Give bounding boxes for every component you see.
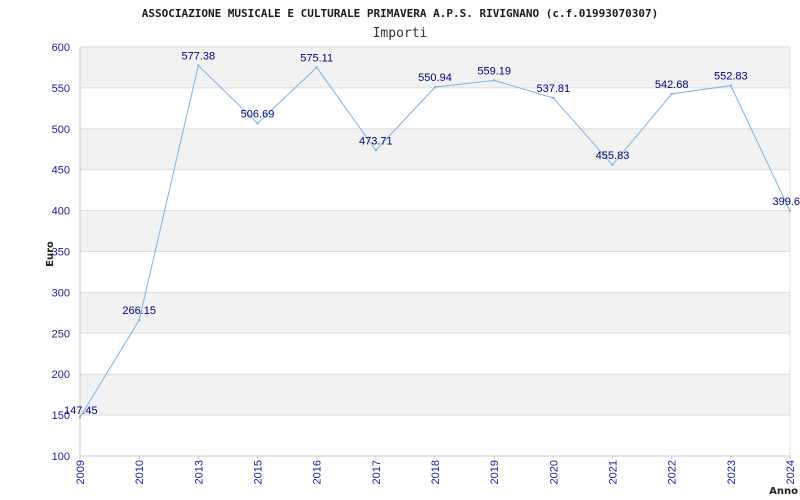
x-tick-label: 2018 (430, 460, 442, 484)
data-label: 550.94 (418, 72, 452, 84)
y-tick-label: 600 (52, 42, 70, 54)
data-label: 575.11 (300, 52, 333, 64)
x-tick-label: 2015 (253, 460, 265, 484)
x-tick-label: 2020 (548, 460, 560, 484)
data-label: 577.38 (182, 51, 216, 63)
y-tick-label: 450 (52, 165, 70, 177)
y-tick-label: 500 (52, 124, 70, 136)
data-point (611, 163, 614, 167)
data-label: 147.45 (64, 405, 98, 417)
data-label: 506.69 (241, 108, 275, 120)
data-label: 473.71 (359, 135, 393, 147)
x-tick-label: 2024 (785, 460, 797, 484)
x-tick-label: 2016 (312, 460, 324, 484)
data-point (374, 149, 378, 152)
y-tick-label: 550 (52, 83, 70, 95)
grid-band (80, 292, 790, 334)
y-tick-label: 300 (52, 287, 70, 299)
line-chart: 100150200250300350400450500550600 2009 20… (45, 7, 800, 497)
data-point (492, 79, 496, 82)
data-point (729, 84, 733, 87)
data-label: 542.68 (655, 79, 689, 91)
grid-band (80, 251, 790, 293)
y-axis-label: Euro (45, 241, 56, 267)
data-point (197, 64, 200, 67)
data-point (670, 92, 673, 96)
x-tick-label: 2013 (193, 460, 205, 484)
data-point (788, 209, 792, 213)
x-tick-label: 2023 (726, 460, 738, 484)
x-tick-label: 2009 (75, 460, 87, 484)
data-label: 537.81 (537, 83, 571, 95)
grid-band (80, 210, 790, 252)
grid-band (80, 374, 790, 416)
grid-band (80, 128, 790, 170)
y-tick-label: 400 (52, 206, 70, 218)
data-point (137, 318, 141, 322)
y-tick-label: 100 (52, 451, 70, 463)
data-label: 455.83 (596, 150, 630, 162)
grid-band (80, 333, 790, 375)
x-axis-label: Anno (769, 486, 798, 497)
x-tick-label: 2022 (667, 460, 679, 484)
data-point (315, 66, 318, 69)
chart-subtitle: Importi (373, 26, 428, 41)
data-label: 559.19 (477, 65, 511, 77)
chart-title: ASSOCIAZIONE MUSICALE E CULTURALE PRIMAV… (142, 7, 659, 20)
grid-band (80, 169, 790, 211)
data-point (552, 96, 555, 100)
data-label: 399.6 (772, 196, 800, 208)
data-point (256, 122, 259, 125)
grid-band (80, 415, 790, 456)
grid-band (80, 87, 790, 129)
y-tick-label: 200 (52, 369, 70, 381)
x-tick-label: 2010 (134, 460, 146, 484)
x-tick-label: 2021 (608, 460, 620, 484)
data-label: 266.15 (122, 305, 156, 317)
x-tick-label: 2017 (371, 460, 383, 484)
y-tick-label: 250 (52, 328, 70, 340)
data-label: 552.83 (714, 71, 748, 83)
x-tick-label: 2019 (489, 460, 501, 484)
data-point (433, 85, 437, 89)
